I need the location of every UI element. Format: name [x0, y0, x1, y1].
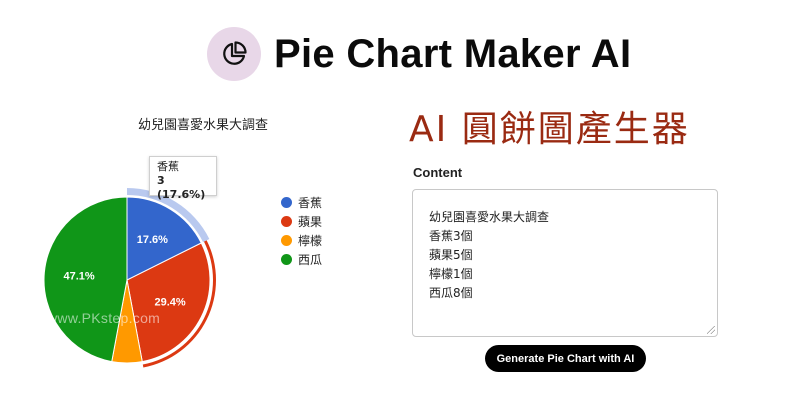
legend-item[interactable]: 西瓜: [281, 250, 322, 269]
tooltip-name: 香蕉: [157, 160, 179, 173]
watermark-text: www.PKstep.com: [47, 310, 161, 326]
legend-dot-icon: [281, 216, 292, 227]
legend-item[interactable]: 蘋果: [281, 212, 322, 231]
app-title: Pie Chart Maker AI: [274, 32, 632, 76]
pie-chart-icon: [223, 41, 247, 65]
content-textarea[interactable]: 幼兒園喜愛水果大調查 香蕉3個 蘋果5個 檸檬1個 西瓜8個: [412, 189, 718, 337]
content-label: Content: [413, 165, 463, 180]
generate-pie-chart-button[interactable]: Generate Pie Chart with AI: [485, 345, 646, 372]
legend-label: 檸檬: [298, 234, 323, 248]
legend-label: 西瓜: [298, 253, 323, 267]
chart-tooltip: 香蕉 3 (17.6%): [149, 156, 217, 201]
legend-dot-icon: [281, 197, 292, 208]
legend-dot-icon: [281, 235, 292, 246]
legend-label: 蘋果: [298, 215, 323, 229]
chart-title: 幼兒園喜愛水果大調查: [138, 118, 269, 133]
logo-badge: [207, 27, 261, 81]
resize-handle-icon[interactable]: [707, 326, 715, 334]
tooltip-value: 3 (17.6%): [157, 174, 206, 201]
legend-item[interactable]: 香蕉: [281, 193, 322, 212]
page-heading: AI 圓餅圖產生器: [409, 109, 690, 150]
chart-legend: 香蕉 蘋果 檸檬 西瓜: [281, 193, 322, 269]
legend-dot-icon: [281, 254, 292, 265]
legend-label: 香蕉: [298, 196, 323, 210]
legend-item[interactable]: 檸檬: [281, 231, 322, 250]
pie-slice[interactable]: [43, 196, 128, 363]
